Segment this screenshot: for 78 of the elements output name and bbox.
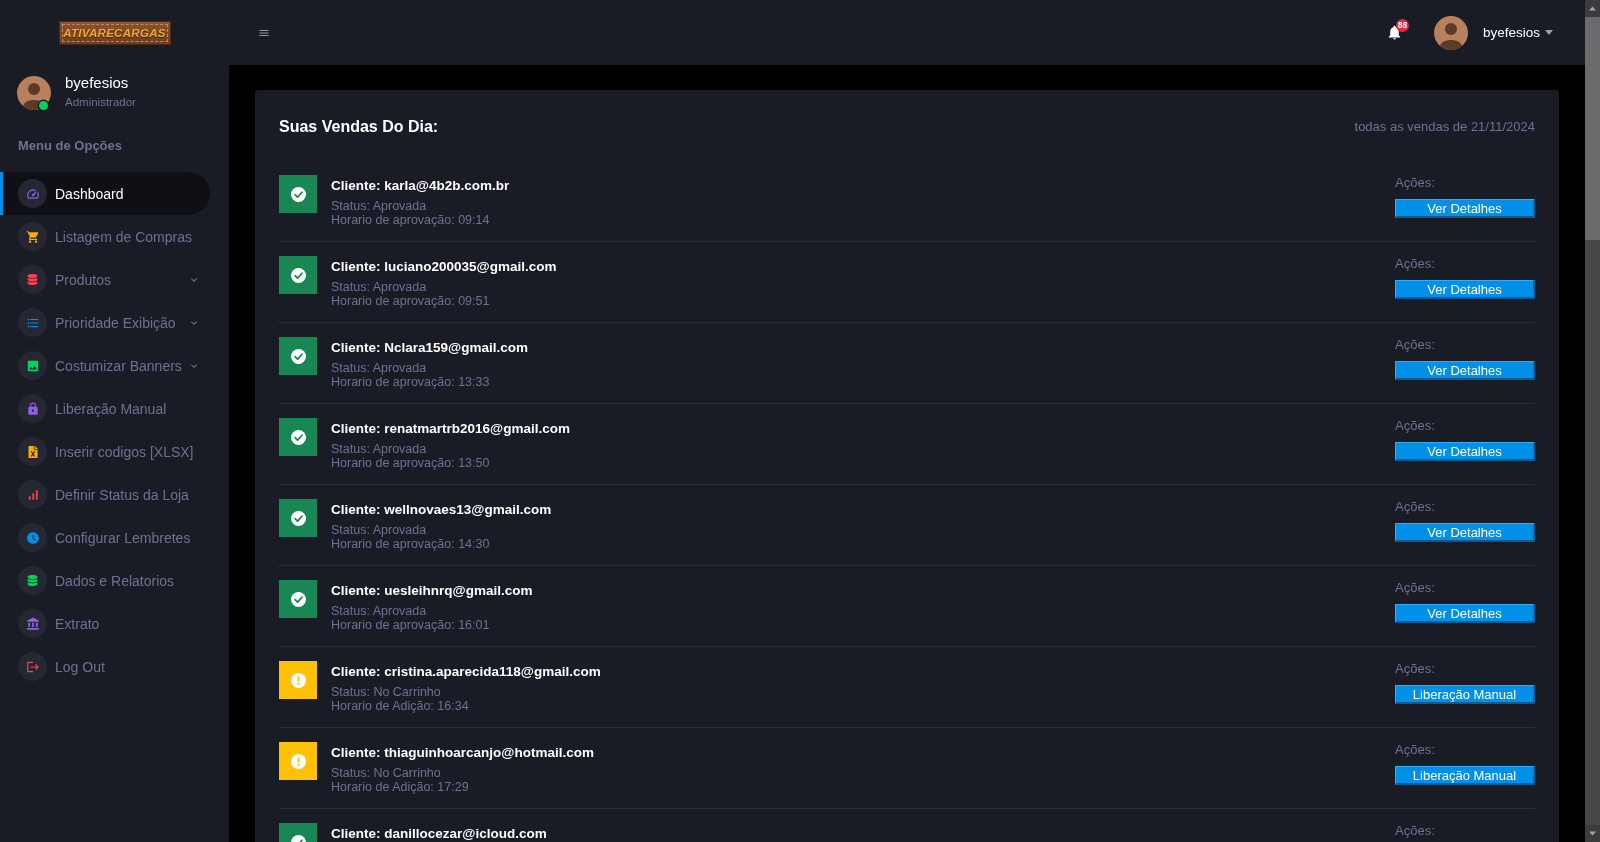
client-label: Cliente: uesleihnrq@gmail.com [331, 583, 533, 598]
client-label: Cliente: renatmartrb2016@gmail.com [331, 421, 570, 436]
time-text: Horario de Adição: 17:29 [331, 780, 470, 794]
user-menu-button[interactable]: byefesios [1482, 25, 1553, 40]
details-button[interactable]: Ver Detalhes [1395, 199, 1535, 218]
cart-icon [18, 222, 47, 251]
sidebar-item[interactable]: Listagem de Compras [0, 215, 210, 258]
menu-heading: Menu de Opções [18, 138, 123, 154]
database-icon [18, 265, 47, 294]
logout-icon [18, 652, 47, 681]
card-title: Suas Vendas Do Dia: [279, 117, 439, 137]
status-text: Status: Aprovada [331, 523, 428, 537]
sidebar-item[interactable]: Log Out [0, 645, 210, 688]
sidebar-item[interactable]: Produtos [0, 258, 210, 301]
details-button[interactable]: Ver Detalhes [1395, 280, 1535, 299]
profile-role: Administrador [65, 95, 136, 110]
card-subtitle: todas as vendas de 21/11/2024 [1354, 119, 1535, 135]
actions-label: Ações: [1395, 175, 1436, 191]
actions-label: Ações: [1395, 499, 1436, 515]
signal-bars-icon [18, 480, 47, 509]
time-text: Horario de aprovação: 16:01 [331, 618, 491, 632]
status-text: Status: Aprovada [331, 604, 428, 618]
time-text: Horario de Adição: 16:34 [331, 699, 470, 713]
sidebar-item[interactable]: Dados e Relatorios [0, 559, 210, 602]
spreadsheet-file-icon [18, 437, 47, 466]
sidebar-item[interactable]: Extrato [0, 602, 210, 645]
details-button[interactable]: Ver Detalhes [1395, 523, 1535, 542]
status-text: Status: No Carrinho [331, 685, 442, 699]
caret-down-icon [1545, 30, 1553, 35]
profile-name: byefesios [65, 74, 130, 92]
user-avatar-icon [17, 76, 51, 110]
status-text: Status: Aprovada [331, 361, 428, 375]
time-text: Horario de aprovação: 09:51 [331, 294, 491, 308]
list-icon [18, 308, 47, 337]
time-text: Horario de aprovação: 13:50 [331, 456, 491, 470]
client-label: Cliente: karla@4b2b.com.br [331, 178, 510, 193]
manual-release-button[interactable]: Liberação Manual [1395, 685, 1535, 704]
status-text: Status: Aprovada [331, 199, 428, 213]
details-button[interactable]: Ver Detalhes [1395, 361, 1535, 380]
lock-icon [18, 394, 47, 423]
sidebar-item[interactable]: Inserir codigos [XLSX] [0, 430, 210, 473]
details-button[interactable]: Ver Detalhes [1395, 604, 1535, 623]
status-text: Status: Aprovada [331, 280, 428, 294]
actions-label: Ações: [1395, 418, 1436, 434]
sidebar-item[interactable]: Configurar Lembretes [0, 516, 210, 559]
status-text: Status: No Carrinho [331, 766, 442, 780]
actions-label: Ações: [1395, 256, 1436, 272]
time-text: Horario de aprovação: 14:30 [331, 537, 491, 551]
actions-label: Ações: [1395, 823, 1436, 839]
time-text: Horario de aprovação: 09:14 [331, 213, 491, 227]
client-label: Cliente: thiaguinhoarcanjo@hotmail.com [331, 745, 594, 760]
clock-icon [18, 523, 47, 552]
details-button[interactable]: Ver Detalhes [1395, 442, 1535, 461]
scrollbar-thumb[interactable] [1585, 17, 1600, 240]
database-icon [18, 566, 47, 595]
client-label: Cliente: cristina.aparecida118@gmail.com [331, 664, 601, 679]
sidebar-item[interactable]: Dashboard [0, 172, 210, 215]
time-text: Horario de aprovação: 13:33 [331, 375, 491, 389]
client-label: Cliente: Nclara159@gmail.com [331, 340, 528, 355]
sidebar-item[interactable]: Liberação Manual [0, 387, 210, 430]
bank-icon [18, 609, 47, 638]
user-avatar-icon [1433, 15, 1468, 50]
gauge-icon [18, 179, 47, 208]
status-text: Status: Aprovada [331, 442, 428, 456]
actions-label: Ações: [1395, 661, 1436, 677]
manual-release-button[interactable]: Liberação Manual [1395, 766, 1535, 785]
sidebar-item[interactable]: Definir Status da Loja [0, 473, 210, 516]
sidebar-item[interactable]: Costumizar Banners [0, 344, 210, 387]
client-label: Cliente: danillocezar@icloud.com [331, 826, 547, 841]
actions-label: Ações: [1395, 580, 1436, 596]
client-label: Cliente: wellnovaes13@gmail.com [331, 502, 552, 517]
actions-label: Ações: [1395, 742, 1436, 758]
notification-badge: 88 [1395, 19, 1409, 32]
sidebar-item[interactable]: Prioridade Exibição [0, 301, 210, 344]
image-icon [18, 351, 47, 380]
logo: ATIVARECARGAS [58, 20, 171, 45]
client-label: Cliente: luciano200035@gmail.com [331, 259, 557, 274]
actions-label: Ações: [1395, 337, 1436, 353]
